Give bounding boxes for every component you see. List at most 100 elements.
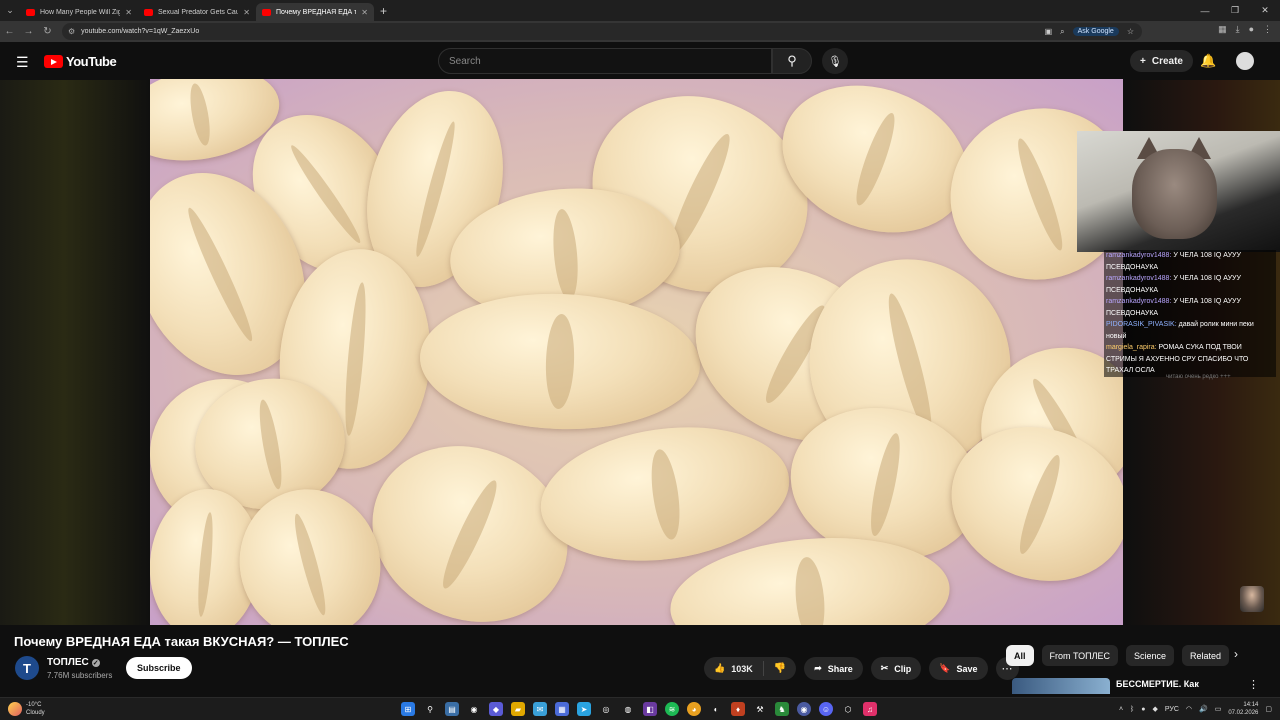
browser-tab-active[interactable]: Почему ВРЕДНАЯ ЕДА такая В ✕	[256, 3, 374, 21]
discord-icon[interactable]: ☺	[819, 702, 833, 716]
music-icon[interactable]: ♫	[863, 702, 877, 716]
language-indicator[interactable]: РУС	[1165, 706, 1179, 713]
channel-name[interactable]: ТОПЛЕС	[47, 657, 89, 668]
wifi-icon[interactable]: ◠	[1186, 705, 1192, 713]
search-icon[interactable]: ⚲	[423, 702, 437, 716]
battery-icon[interactable]: ▭	[1215, 705, 1222, 713]
lens-icon[interactable]: ⌕	[1060, 27, 1064, 37]
chat-username: PIDORASIK_PIVASIK:	[1106, 321, 1177, 328]
bluetooth-icon[interactable]: ᛒ	[1130, 706, 1134, 713]
chip-science[interactable]: Science	[1125, 645, 1175, 666]
file-explorer-icon[interactable]: ▰	[511, 702, 525, 716]
downloads-icon[interactable]: ⤓	[1236, 24, 1240, 35]
new-tab-icon[interactable]: +	[380, 4, 387, 18]
clip-button[interactable]: ✂ Clip	[870, 657, 922, 680]
back-icon[interactable]: ←	[0, 26, 19, 37]
share-icon: ➦	[814, 663, 822, 673]
account-avatar[interactable]	[1236, 52, 1254, 70]
clock[interactable]: 14:14 07.02.2026	[1228, 701, 1258, 717]
video-player[interactable]	[150, 79, 1123, 625]
url-field[interactable]: ⚙ youtube.com/watch?v=1qW_ZaezxUo ▣ ⌕ As…	[62, 23, 1142, 40]
like-dislike-group: 👍 103K 👎	[704, 657, 797, 680]
weather-desc: Cloudy	[26, 710, 45, 716]
chat-message: PIDORASIK_PIVASIK: давай ролик мини пеки…	[1104, 319, 1276, 342]
taskbar-apps: ⊞ ⚲ ▤ ◉ ◆ ▰ ✉ ▦ ➤ ◎ ◍ ◧ ≋ ◕ ◐ ♦ ⚒ ♞ ◉ ☺ …	[401, 702, 877, 716]
notifications-bell-icon[interactable]: 🔔	[1200, 53, 1216, 69]
chip-from-channel[interactable]: From ТОПЛЕС	[1041, 645, 1118, 666]
search-input[interactable]: Search	[438, 48, 772, 74]
chip-related[interactable]: Related	[1182, 645, 1230, 666]
create-button[interactable]: + Create	[1130, 50, 1193, 72]
share-button[interactable]: ➦ Share	[804, 657, 863, 680]
site-info-icon[interactable]: ⚙	[68, 27, 75, 36]
close-window-icon[interactable]: ✕	[1250, 0, 1280, 21]
system-tray: ˄ ᛒ ● ◆ РУС ◠ 🔊 ▭ 14:14 07.02.2026 ▢	[1119, 701, 1272, 717]
menu-icon[interactable]: ⋮	[1263, 24, 1272, 35]
extension-icon[interactable]: ▦	[1218, 24, 1227, 35]
close-tab-icon[interactable]: ✕	[243, 8, 250, 17]
restore-icon[interactable]: ❐	[1220, 0, 1250, 21]
hamburger-menu-icon[interactable]: ☰	[16, 54, 29, 71]
verified-check-icon: ✓	[91, 658, 100, 667]
like-button[interactable]: 👍 103K	[704, 661, 764, 676]
twitch-icon[interactable]: ◧	[643, 702, 657, 716]
recommendation-thumbnail[interactable]	[1012, 678, 1110, 694]
weather-widget[interactable]: -10°C Cloudy	[8, 701, 45, 717]
spotify-icon[interactable]: ≋	[665, 702, 679, 716]
app-icon[interactable]: ◉	[797, 702, 811, 716]
more-vertical-icon[interactable]: ⋮	[1248, 678, 1259, 691]
app-icon[interactable]: ⬡	[841, 702, 855, 716]
widgets-icon[interactable]: ▤	[445, 702, 459, 716]
chrome-icon[interactable]: ◕	[687, 702, 701, 716]
clock-time: 14:14	[1243, 702, 1259, 708]
notification-icon[interactable]: ▢	[1265, 705, 1272, 713]
forward-icon[interactable]: →	[19, 26, 38, 37]
youtube-favicon-icon	[262, 8, 271, 16]
stream-chat-overlay: ramzankadyrov1488: У ЧЕЛА 108 IQ АУУУ ПС…	[1104, 250, 1276, 377]
browser-tab[interactable]: Sexual Predator Gets Caught in ✕	[138, 3, 256, 21]
app-icon[interactable]: ♦	[731, 702, 745, 716]
streamer-thumbnail	[1240, 586, 1264, 612]
app-icon[interactable]: ◐	[709, 702, 723, 716]
steam-client-icon[interactable]: ◎	[599, 702, 613, 716]
tab-search-icon[interactable]: ⌄	[0, 0, 20, 21]
steam-icon[interactable]: ◉	[467, 702, 481, 716]
calendar-icon[interactable]: ▦	[555, 702, 569, 716]
voice-search-button[interactable]: 🎙	[822, 48, 848, 74]
share-label: Share	[827, 663, 853, 674]
tray-app-icon[interactable]: ●	[1141, 706, 1145, 713]
obs-icon[interactable]: ◍	[621, 702, 635, 716]
tray-chevron-icon[interactable]: ˄	[1119, 706, 1123, 713]
chevron-right-icon[interactable]: ›	[1234, 647, 1238, 661]
app-icon[interactable]: ◆	[489, 702, 503, 716]
install-icon[interactable]: ▣	[1045, 27, 1053, 36]
channel-avatar[interactable]: T	[15, 656, 39, 680]
telegram-icon[interactable]: ➤	[577, 702, 591, 716]
mail-icon[interactable]: ✉	[533, 702, 547, 716]
search-button[interactable]: ⚲	[772, 48, 812, 74]
tray-app-icon[interactable]: ◆	[1152, 705, 1157, 713]
volume-icon[interactable]: 🔊	[1199, 705, 1208, 713]
dislike-button[interactable]: 👎	[764, 663, 796, 674]
minimize-icon[interactable]: —	[1190, 0, 1220, 21]
plus-icon: +	[1140, 55, 1146, 67]
app-icon[interactable]: ♞	[775, 702, 789, 716]
ask-google-button[interactable]: Ask Google	[1072, 27, 1119, 36]
youtube-logo[interactable]: YouTube	[44, 54, 117, 69]
logo-text: YouTube	[66, 54, 117, 69]
app-icon[interactable]: ⚒	[753, 702, 767, 716]
windows-start-icon[interactable]: ⊞	[401, 702, 415, 716]
extensions-area: ▦ ⤓ ● ⋮	[1218, 24, 1272, 35]
channel-name-row[interactable]: ТОПЛЕС ✓	[47, 657, 100, 668]
recommendation-title[interactable]: БЕССМЕРТИЕ. Как миллиардеры пытаются	[1116, 678, 1236, 694]
chip-all[interactable]: All	[1006, 645, 1034, 666]
close-tab-icon[interactable]: ✕	[125, 8, 132, 17]
bookmark-star-icon[interactable]: ☆	[1127, 27, 1134, 36]
close-tab-icon[interactable]: ✕	[361, 8, 368, 17]
profile-icon[interactable]: ●	[1249, 24, 1254, 35]
reload-icon[interactable]: ↻	[38, 26, 57, 37]
search-icon: ⚲	[787, 53, 797, 68]
save-button[interactable]: 🔖 Save	[929, 657, 988, 680]
subscribe-button[interactable]: Subscribe	[126, 657, 192, 679]
browser-tab[interactable]: How Many People Will Zigan ✕	[20, 3, 138, 21]
